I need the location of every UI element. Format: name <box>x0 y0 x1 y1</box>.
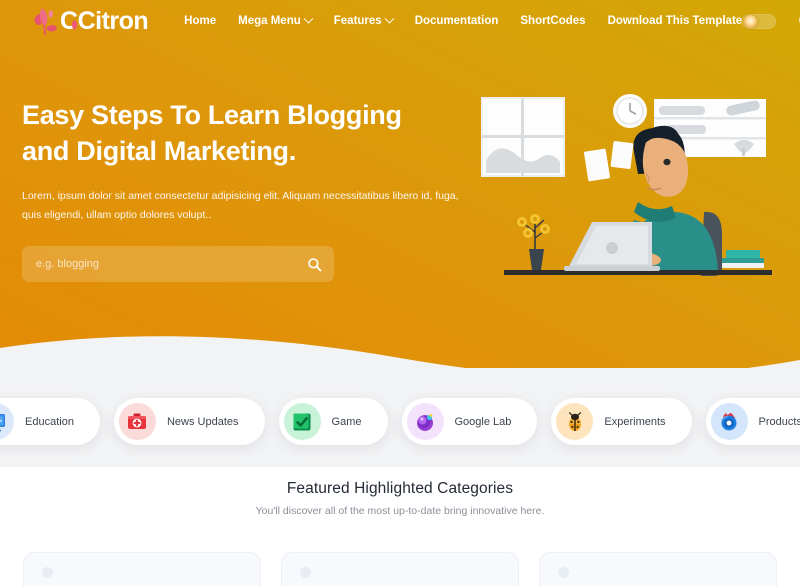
featured-card-list <box>0 552 800 586</box>
chevron-down-icon <box>384 13 395 24</box>
hero-title: Easy Steps To Learn Blogging and Digital… <box>22 100 402 166</box>
chip-label: Education <box>25 415 74 428</box>
nav-item-label: Documentation <box>414 15 499 27</box>
leaf-sprout-icon <box>32 6 58 36</box>
logo-leaf-accent <box>70 10 79 30</box>
hero-subtitle: Lorem, ipsum dolor sit amet consectetur … <box>22 190 459 221</box>
nav-item-label: ShortCodes <box>520 15 586 27</box>
toggle-knob <box>744 15 758 28</box>
hero-content: Easy Steps To Learn Blogging and Digital… <box>22 98 492 282</box>
section-title: Featured Highlighted Categories <box>286 480 514 497</box>
flaming-disc-icon <box>710 403 748 440</box>
nav-item-mega-menu[interactable]: Mega Menu <box>238 13 314 27</box>
section-subtitle: You'll discover all of the most up-to-da… <box>255 505 545 517</box>
nav-item-label: Mega Menu <box>238 15 301 27</box>
hero-illustration <box>476 82 796 287</box>
chip-label: Experiments <box>604 415 666 428</box>
nav-item-features[interactable]: Features <box>333 13 395 27</box>
hero-section: Easy Steps To Learn Blogging and Digital… <box>0 0 800 392</box>
card-dot <box>42 567 53 578</box>
logo[interactable]: C Citron <box>32 6 149 36</box>
category-chip-education[interactable]: </> Education <box>0 398 100 445</box>
chip-label: Products <box>758 415 800 428</box>
category-chip-products[interactable]: Products <box>705 398 800 445</box>
featured-section: Featured Highlighted Categories You'll d… <box>0 480 800 517</box>
category-chip-experiments[interactable]: Experiments <box>551 398 692 445</box>
featured-card[interactable] <box>281 552 519 586</box>
nav-links: Home Mega Menu Features Documentation Sh… <box>184 13 743 27</box>
monitor-code-icon: </> <box>0 403 15 440</box>
hero-search-box[interactable] <box>22 246 334 282</box>
logo-text: C Citron <box>60 6 149 35</box>
first-aid-kit-icon <box>118 403 156 440</box>
nav-item-shortcodes[interactable]: ShortCodes <box>520 15 585 27</box>
category-chip-news-updates[interactable]: News Updates <box>113 398 265 445</box>
nav-item-label: Home <box>184 15 217 27</box>
logo-name: Citron <box>77 6 149 35</box>
category-chip-google-lab[interactable]: Google Lab <box>401 398 538 445</box>
chip-label: News Updates <box>166 415 239 428</box>
navbar: C Citron Home Mega Menu Features Documen… <box>0 0 800 42</box>
category-chip-game[interactable]: Game <box>278 398 388 445</box>
search-input[interactable] <box>36 258 307 270</box>
navbar-actions <box>742 13 800 30</box>
paint-blob-icon <box>406 403 444 440</box>
nav-item-documentation[interactable]: Documentation <box>415 15 499 27</box>
checkbox-check-icon <box>283 403 321 440</box>
card-dot <box>558 567 569 578</box>
nav-item-home[interactable]: Home <box>184 15 216 27</box>
category-chip-list: </> Education News Updates <box>0 398 800 445</box>
ladybug-icon <box>556 403 594 440</box>
chip-label: Game <box>331 415 362 428</box>
dark-mode-toggle[interactable] <box>742 13 777 29</box>
chevron-down-icon <box>303 13 314 24</box>
landing-page: Easy Steps To Learn Blogging and Digital… <box>0 0 800 586</box>
svg-text:</>: </> <box>0 416 2 424</box>
featured-card[interactable] <box>539 552 777 586</box>
nav-item-label: Features <box>333 15 382 27</box>
search-icon[interactable] <box>307 257 322 272</box>
card-dot <box>300 567 311 578</box>
nav-item-download-this-template[interactable]: Download This Template <box>608 15 743 27</box>
featured-card[interactable] <box>23 552 261 586</box>
chip-label: Google Lab <box>454 415 512 428</box>
nav-item-label: Download This Template <box>607 15 743 27</box>
